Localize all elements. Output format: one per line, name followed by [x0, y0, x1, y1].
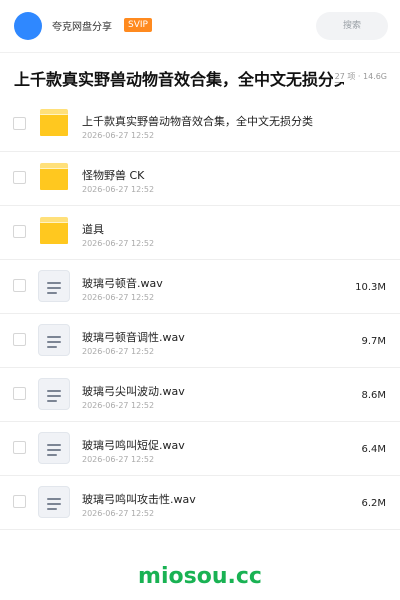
list-item[interactable]: 怪物野兽 CK 2026-06-27 12:52	[0, 152, 400, 206]
select-checkbox[interactable]	[13, 387, 26, 400]
select-checkbox[interactable]	[13, 279, 26, 292]
list-item[interactable]: 玻璃弓鸣叫攻击性.wav 2026-06-27 12:52 6.2M	[0, 476, 400, 530]
svip-badge: SVIP	[124, 18, 152, 32]
folder-icon	[38, 108, 70, 140]
list-item[interactable]: 玻璃弓尖叫波动.wav 2026-06-27 12:52 8.6M	[0, 368, 400, 422]
folder-icon	[38, 216, 70, 248]
select-checkbox[interactable]	[13, 441, 26, 454]
select-checkbox[interactable]	[13, 117, 26, 130]
list-item[interactable]: 玻璃弓顿音调性.wav 2026-06-27 12:52 9.7M	[0, 314, 400, 368]
file-size: 6.2M	[361, 498, 386, 509]
top-bar: 夸克网盘分享 SVIP 搜索	[0, 0, 400, 52]
file-date: 2026-06-27 12:52	[82, 347, 155, 356]
file-date: 2026-06-27 12:52	[82, 185, 155, 194]
select-checkbox[interactable]	[13, 171, 26, 184]
audio-file-icon	[38, 324, 70, 356]
list-item[interactable]: 玻璃弓顿音.wav 2026-06-27 12:52 10.3M	[0, 260, 400, 314]
file-name[interactable]: 玻璃弓鸣叫攻击性.wav	[82, 491, 342, 507]
file-date: 2026-06-27 12:52	[82, 401, 155, 410]
page-title: 上千款真实野兽动物音效合集，全中文无损分类	[14, 70, 344, 89]
file-name[interactable]: 玻璃弓顿音.wav	[82, 275, 342, 291]
folder-icon	[38, 162, 70, 194]
list-item[interactable]: 道具 2026-06-27 12:52	[0, 206, 400, 260]
file-name[interactable]: 玻璃弓鸣叫短促.wav	[82, 437, 342, 453]
audio-file-icon	[38, 270, 70, 302]
audio-file-icon	[38, 378, 70, 410]
avatar[interactable]	[14, 12, 42, 40]
audio-file-icon	[38, 486, 70, 518]
file-name[interactable]: 道具	[82, 221, 342, 237]
file-size: 9.7M	[361, 336, 386, 347]
uploader-name[interactable]: 夸克网盘分享	[52, 18, 112, 33]
file-date: 2026-06-27 12:52	[82, 293, 155, 302]
file-date: 2026-06-27 12:52	[82, 509, 155, 518]
file-name[interactable]: 怪物野兽 CK	[82, 167, 342, 183]
select-checkbox[interactable]	[13, 495, 26, 508]
watermark-logo: miosou.cc	[138, 564, 262, 589]
file-name[interactable]: 玻璃弓顿音调性.wav	[82, 329, 342, 345]
file-size: 10.3M	[355, 282, 386, 293]
file-date: 2026-06-27 12:52	[82, 131, 155, 140]
file-list: 上千款真实野兽动物音效合集，全中文无损分类 2026-06-27 12:52 怪…	[0, 98, 400, 530]
title-bar: 上千款真实野兽动物音效合集，全中文无损分类 27 项 · 14.6G	[0, 52, 400, 98]
audio-file-icon	[38, 432, 70, 464]
list-item[interactable]: 玻璃弓鸣叫短促.wav 2026-06-27 12:52 6.4M	[0, 422, 400, 476]
file-name[interactable]: 玻璃弓尖叫波动.wav	[82, 383, 342, 399]
select-checkbox[interactable]	[13, 225, 26, 238]
file-name[interactable]: 上千款真实野兽动物音效合集，全中文无损分类	[82, 113, 342, 129]
search-input[interactable]: 搜索	[316, 12, 388, 40]
file-date: 2026-06-27 12:52	[82, 239, 155, 248]
select-checkbox[interactable]	[13, 333, 26, 346]
file-size: 6.4M	[361, 444, 386, 455]
file-size: 8.6M	[361, 390, 386, 401]
file-date: 2026-06-27 12:52	[82, 455, 155, 464]
item-count-meta: 27 项 · 14.6G	[332, 71, 387, 82]
list-item[interactable]: 上千款真实野兽动物音效合集，全中文无损分类 2026-06-27 12:52	[0, 98, 400, 152]
footer: miosou.cc	[0, 548, 400, 600]
